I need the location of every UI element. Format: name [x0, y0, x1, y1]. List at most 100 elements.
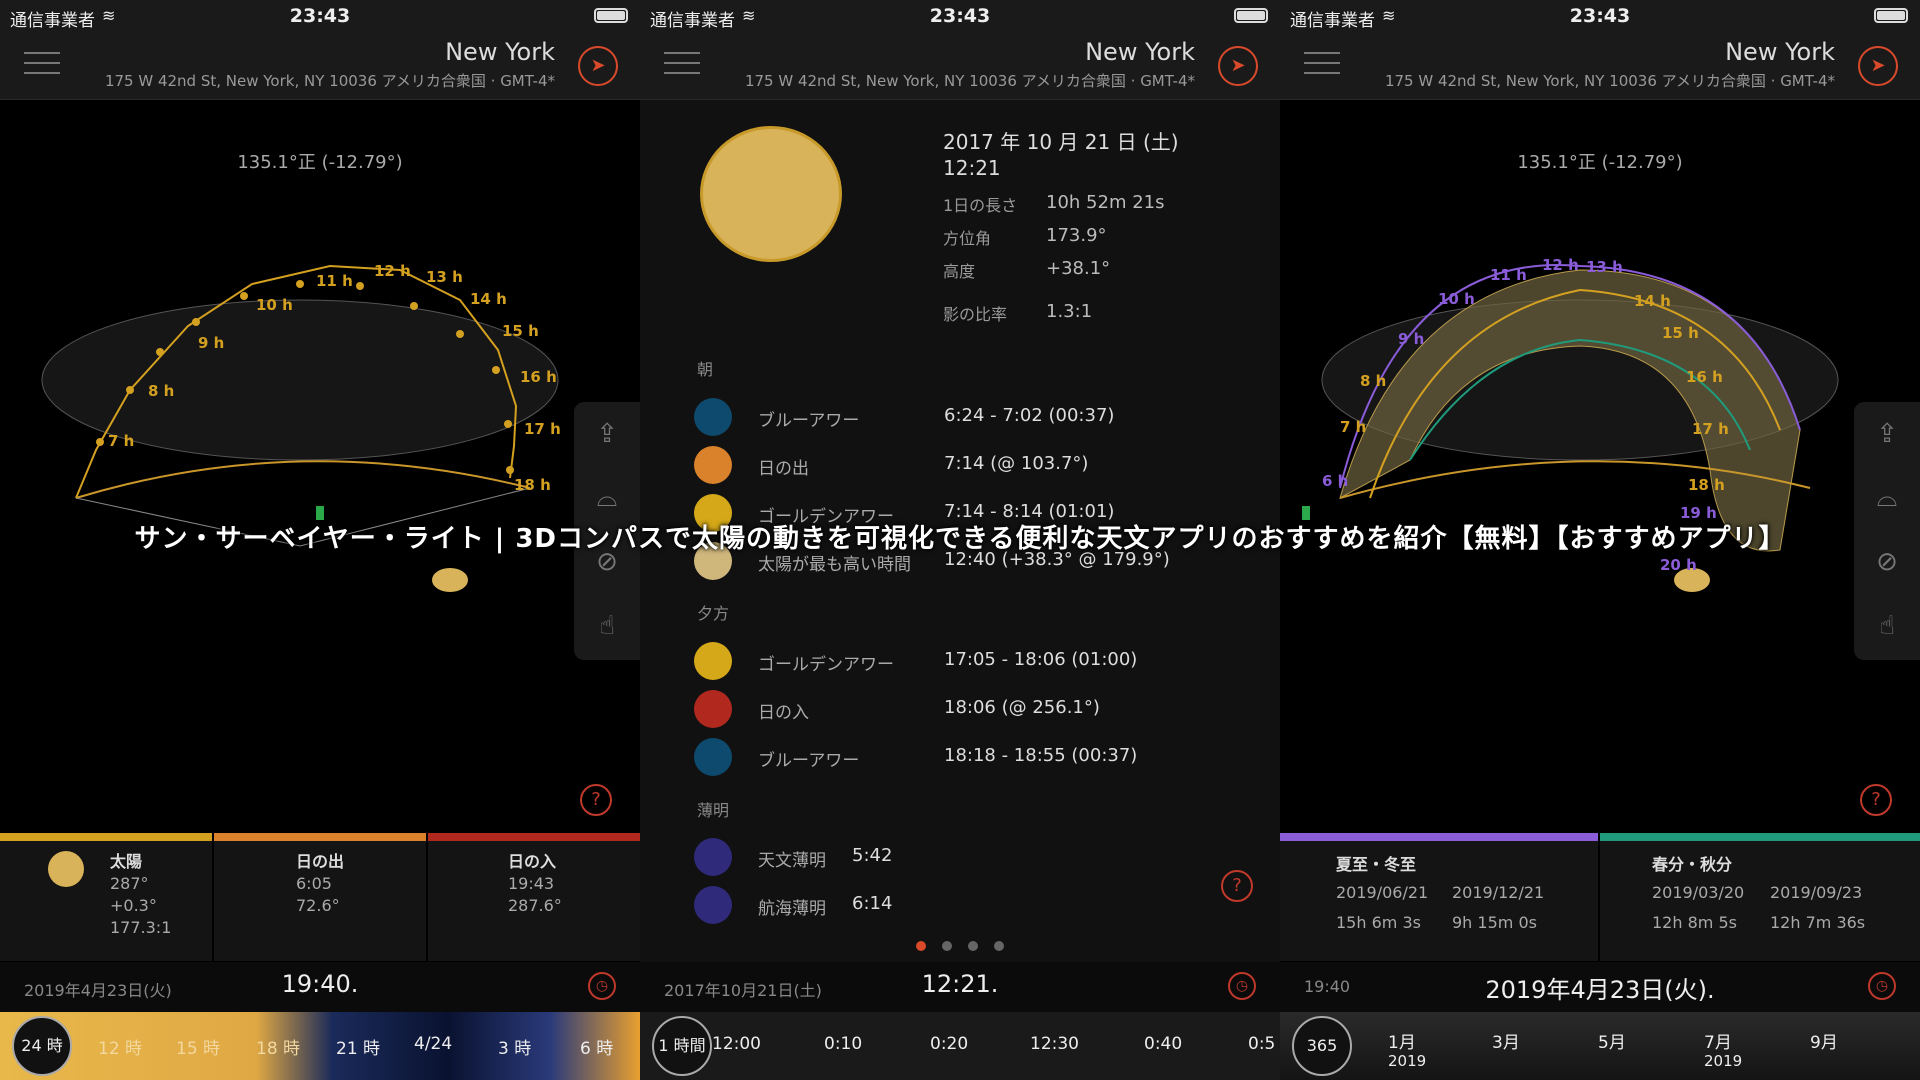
location-arrow-icon[interactable]: ➤	[1218, 46, 1258, 86]
battery-icon	[1874, 8, 1908, 23]
sunset-info-cell[interactable]: 日の入 19:43 287.6°	[428, 841, 640, 961]
timeline-label: 5月	[1598, 1033, 1626, 1053]
page-dot[interactable]	[994, 941, 1004, 951]
battery-icon	[594, 8, 628, 23]
event-value: 6:14	[852, 893, 893, 914]
solstice-info-cell[interactable]: 夏至・冬至 2019/06/21 2019/12/21 15h 6m 3s 9h…	[1280, 841, 1598, 961]
address-text: 175 W 42nd St, New York, NY 10036 アメリカ合衆…	[1384, 72, 1835, 90]
sun-color-bar	[0, 833, 212, 841]
timeline-label: 12:30	[1030, 1034, 1079, 1054]
equinox-color-bar	[1600, 833, 1920, 841]
clock-icon[interactable]: ◷	[588, 972, 616, 1000]
hour-label: 7 h	[108, 432, 135, 450]
current-date[interactable]: 2019年4月23日(火).	[1280, 970, 1920, 1005]
detail-label: 影の比率	[943, 305, 1008, 324]
event-value: 7:14 (@ 103.7°)	[944, 453, 1089, 474]
equinox-info-cell[interactable]: 春分・秋分 2019/03/20 2019/09/23 12h 8m 5s 12…	[1600, 841, 1920, 961]
detail-value: 1.3:1	[1046, 301, 1093, 322]
page-dot[interactable]	[942, 941, 952, 951]
clock-icon[interactable]: ◷	[1228, 972, 1256, 1000]
menu-icon[interactable]	[664, 52, 700, 76]
screenshot-root: 通信事業者 ≋ 23:43 New York 175 W 42nd St, Ne…	[0, 0, 1920, 1080]
event-row[interactable]: ブルーアワー 6:24 - 7:02 (00:37)	[694, 398, 1234, 438]
sun-info-cell[interactable]: 太陽 287° +0.3° 177.3:1	[0, 841, 212, 961]
timeline-label: 6 時	[580, 1039, 614, 1059]
help-icon[interactable]: ?	[1860, 784, 1892, 816]
help-icon[interactable]: ?	[580, 784, 612, 816]
menu-icon[interactable]	[24, 52, 60, 76]
time-range-button[interactable]: 24 時間	[12, 1016, 72, 1076]
solstice-date: 2019/12/21	[1452, 883, 1545, 902]
equinox-date: 2019/09/23	[1770, 883, 1863, 902]
hour-label: 17 h	[524, 420, 561, 438]
sunset-azimuth: 287.6°	[508, 896, 562, 915]
hour-label: 8 h	[148, 382, 175, 400]
date-scrubber[interactable]: 365 1月 3月 5月 7月 9月 2019 2019	[1280, 1012, 1920, 1080]
current-time[interactable]: 12:21.	[640, 970, 1280, 998]
timeline-year: 2019	[1388, 1052, 1427, 1070]
sunrise-color-bar	[214, 833, 426, 841]
timeline-label: 12 時	[98, 1039, 143, 1059]
current-time[interactable]: 19:40.	[0, 970, 640, 998]
location-header: New York 175 W 42nd St, New York, NY 100…	[640, 30, 1280, 100]
share-icon[interactable]: ⇪	[1854, 402, 1920, 466]
event-row[interactable]: 航海薄明 6:14	[694, 886, 1234, 926]
page-dot[interactable]	[968, 941, 978, 951]
event-row[interactable]: 日の出 7:14 (@ 103.7°)	[694, 446, 1234, 486]
event-row[interactable]: 天文薄明 5:42	[694, 838, 1234, 878]
help-icon[interactable]: ?	[1221, 870, 1253, 902]
horizon-ring	[75, 460, 531, 499]
timeline-label: 4/24	[414, 1034, 453, 1054]
address-text: 175 W 42nd St, New York, NY 10036 アメリカ合衆…	[744, 72, 1195, 90]
sun-title: 太陽	[110, 852, 143, 871]
event-value: 18:06 (@ 256.1°)	[944, 697, 1100, 718]
sunset-color-bar	[428, 833, 640, 841]
section-evening: 夕方	[697, 604, 730, 623]
location-arrow-icon[interactable]: ➤	[578, 46, 618, 86]
timeline-label: 9月	[1810, 1033, 1838, 1053]
status-time: 23:43	[1569, 5, 1631, 27]
timeline-label: 0:5	[1248, 1034, 1276, 1054]
location-arrow-icon[interactable]: ➤	[1858, 46, 1898, 86]
share-icon[interactable]: ⇪	[574, 402, 640, 466]
date-range-button[interactable]: 365	[1292, 1016, 1352, 1076]
clock-icon[interactable]: ◷	[1868, 972, 1896, 1000]
hour-label: 10 h	[1438, 290, 1475, 308]
page-indicator[interactable]	[640, 936, 1280, 955]
timeline-label: 3 時	[498, 1039, 532, 1059]
timeline-label: 15 時	[176, 1039, 221, 1059]
event-label: ゴールデンアワー	[758, 655, 894, 675]
hand-icon[interactable]: ☝	[1854, 594, 1920, 658]
event-value: 6:24 - 7:02 (00:37)	[944, 405, 1115, 426]
timeline-label: 18 時	[256, 1039, 301, 1059]
sunset-icon	[694, 690, 732, 728]
menu-icon[interactable]	[1304, 52, 1340, 76]
azimuth-readout: 135.1°正 (-12.79°)	[1517, 152, 1683, 173]
timeline-label: 0:10	[824, 1034, 863, 1054]
azimuth-readout: 135.1°正 (-12.79°)	[237, 152, 403, 173]
detail-value: 173.9°	[1046, 225, 1107, 246]
timeline-label: 3月	[1492, 1033, 1520, 1053]
hour-label: 6 h	[1322, 472, 1349, 490]
sunrise-icon	[694, 446, 732, 484]
event-row[interactable]: ゴールデンアワー 17:05 - 18:06 (01:00)	[694, 642, 1234, 682]
hour-label: 20 h	[1660, 556, 1697, 574]
page-dot-active[interactable]	[916, 941, 926, 951]
sunrise-time: 6:05	[296, 874, 332, 893]
detail-label: 高度	[943, 262, 976, 281]
sunrise-info-cell[interactable]: 日の出 6:05 72.6°	[214, 841, 426, 961]
time-range-button[interactable]: 1 時間	[652, 1016, 712, 1076]
event-row[interactable]: 日の入 18:06 (@ 256.1°)	[694, 690, 1234, 730]
date-bar: 2017年10月21日(土) 12:21. ◷	[640, 962, 1280, 1012]
hour-label: 13 h	[1586, 258, 1623, 276]
event-row[interactable]: ブルーアワー 18:18 - 18:55 (00:37)	[694, 738, 1234, 778]
hand-icon[interactable]: ☝	[574, 594, 640, 658]
event-label: 日の出	[758, 459, 809, 479]
hour-label: 9 h	[198, 334, 225, 352]
time-scrubber[interactable]: 24 時間 12 時 15 時 18 時 21 時 4/24 3 時 6 時	[0, 1012, 640, 1080]
hour-label: 12 h	[1542, 256, 1579, 274]
hour-label: 11 h	[1490, 266, 1527, 284]
event-label: ブルーアワー	[758, 751, 860, 771]
sun-icon	[48, 851, 84, 887]
time-scrubber[interactable]: 1 時間 12:00 0:10 0:20 12:30 0:40 0:5	[640, 1012, 1280, 1080]
